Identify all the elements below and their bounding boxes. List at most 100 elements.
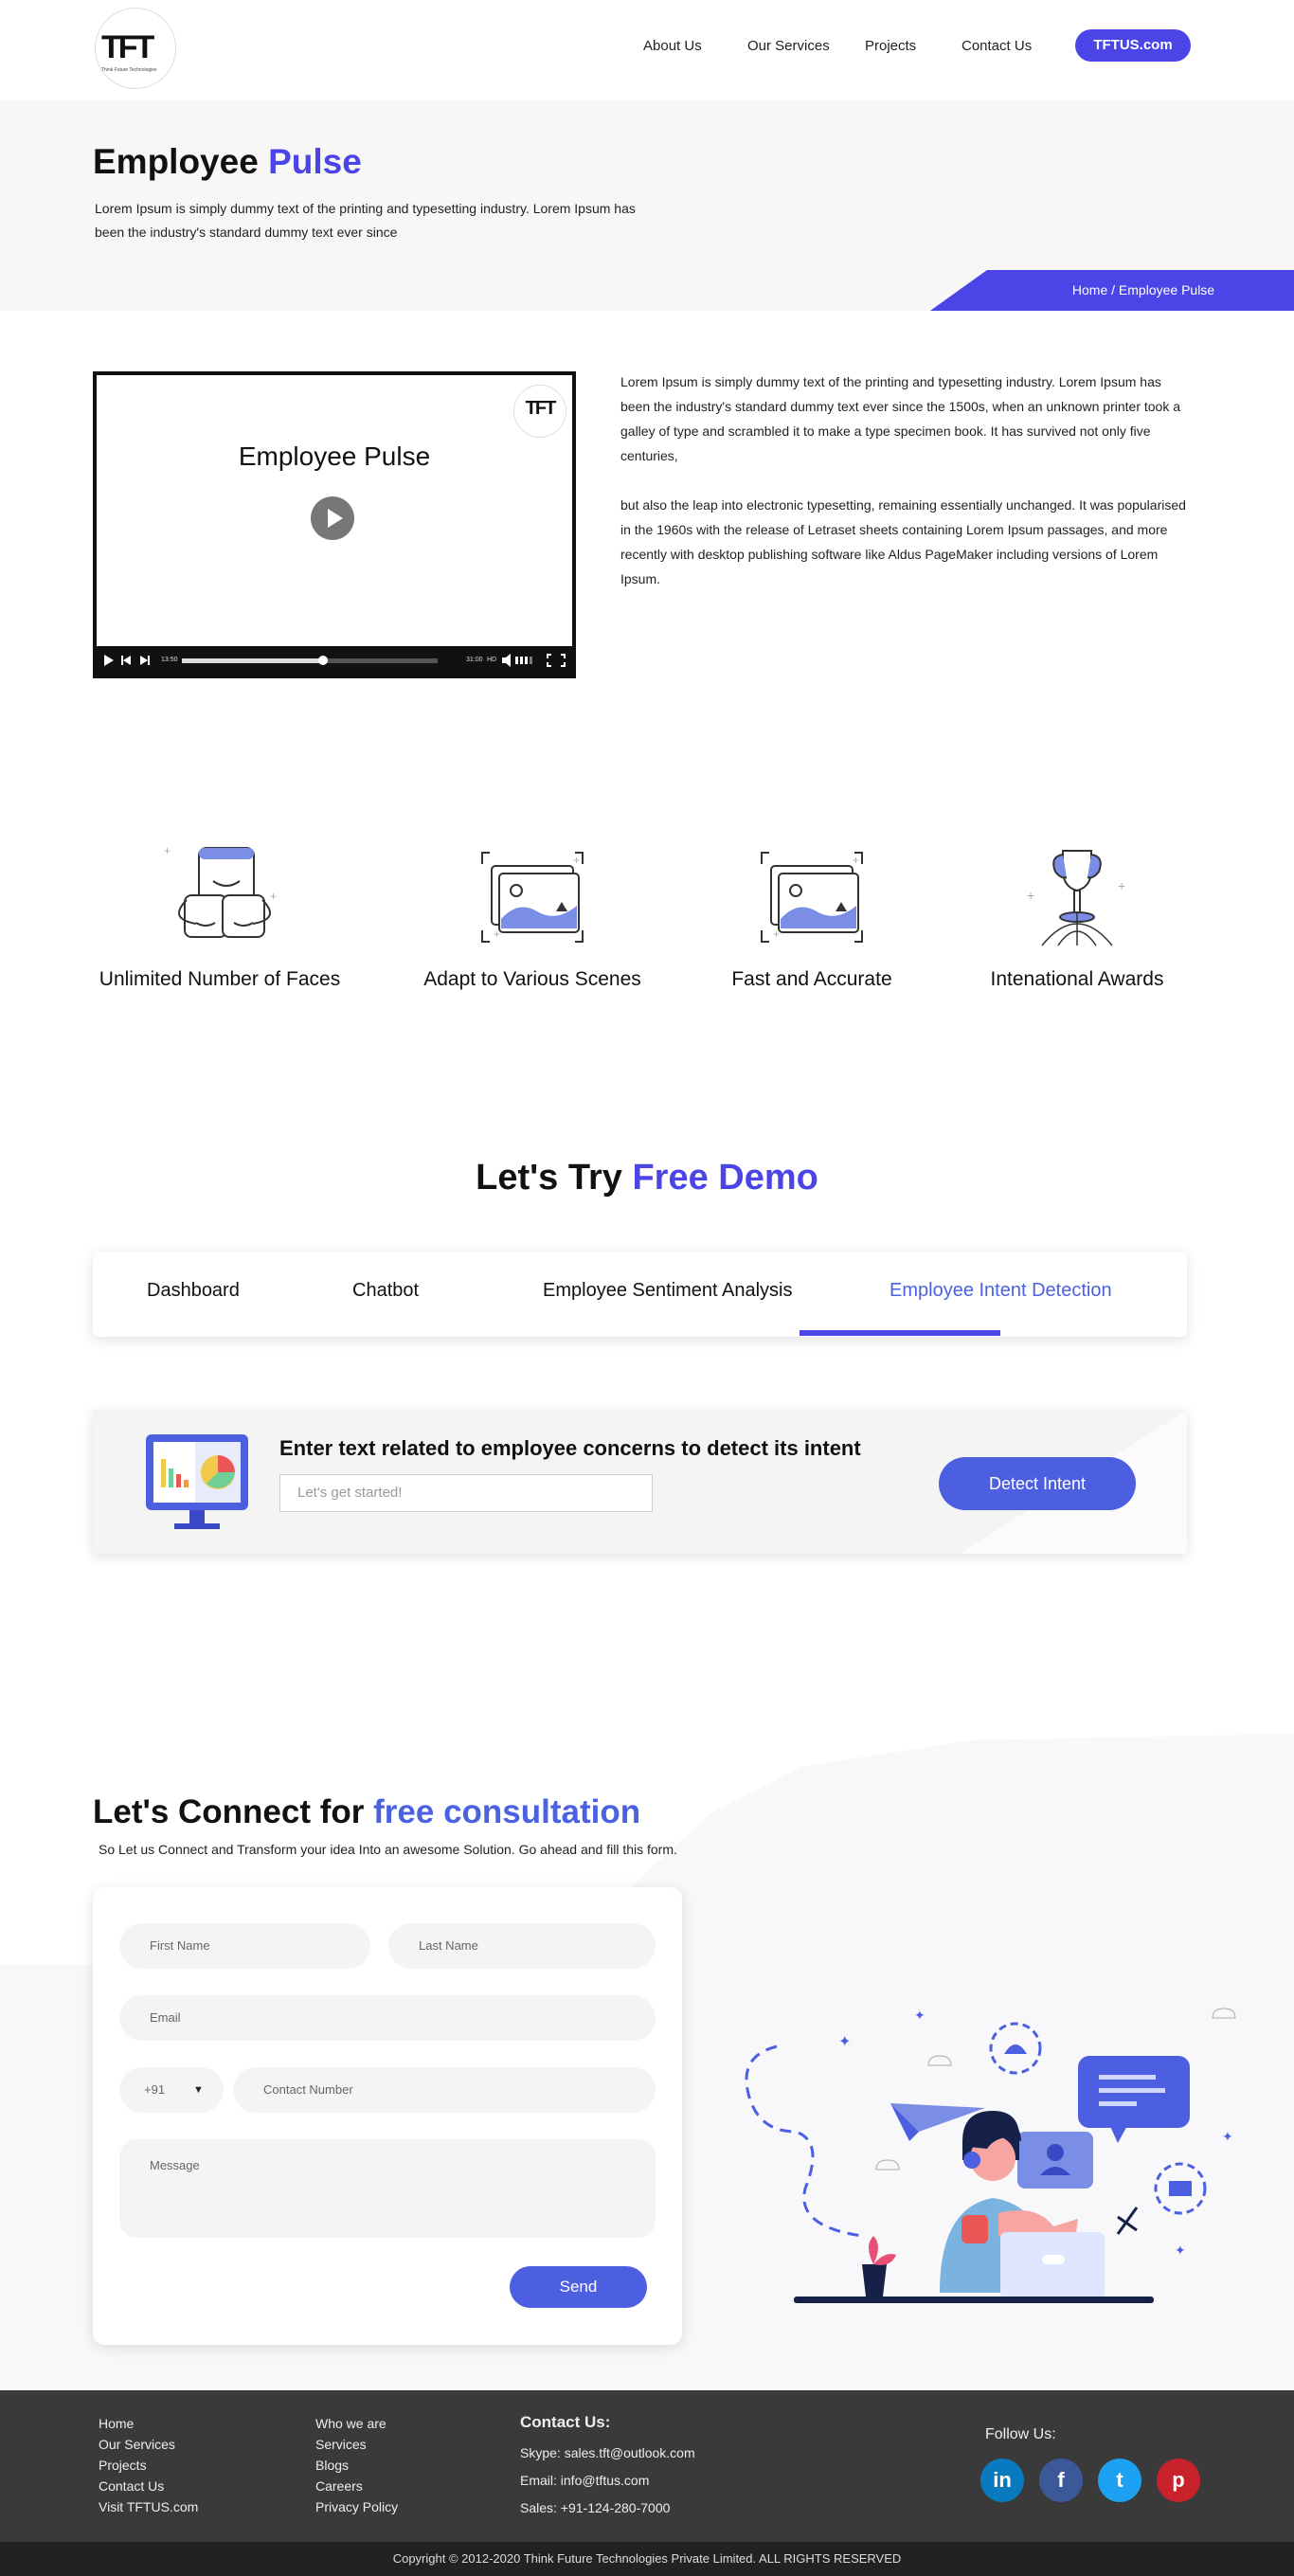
feature-accurate: + + Fast and Accurate xyxy=(679,843,944,991)
footer-link[interactable]: Home xyxy=(99,2413,198,2434)
intent-input[interactable]: Let's get started! xyxy=(279,1474,653,1512)
video-logo: TFT xyxy=(513,385,566,438)
playback-icons[interactable] xyxy=(102,654,159,667)
footer-links-col1: Home Our Services Projects Contact Us Vi… xyxy=(99,2413,198,2517)
footer-links-col2: Who we are Services Blogs Careers Privac… xyxy=(315,2413,398,2517)
linkedin-icon[interactable]: in xyxy=(980,2459,1024,2502)
svg-text:+: + xyxy=(1118,878,1125,893)
demo-title: Let's Try Free Demo xyxy=(0,1158,1294,1198)
footer-follow-heading: Follow Us: xyxy=(985,2426,1056,2442)
svg-text:✦: ✦ xyxy=(838,2034,851,2050)
tab-employee-sentiment-analysis[interactable]: Employee Sentiment Analysis xyxy=(543,1280,792,1302)
intent-detection-card: Enter text related to employee concerns … xyxy=(93,1410,1187,1554)
time-total: 31:00 xyxy=(466,657,483,663)
footer-contact-heading: Contact Us: xyxy=(520,2413,611,2431)
footer-link[interactable]: Who we are xyxy=(315,2413,398,2434)
site-header: TFT Think Future Technologies About Us O… xyxy=(0,0,1294,100)
copyright: Copyright © 2012-2020 Think Future Techn… xyxy=(0,2542,1294,2576)
footer-sales: Sales: +91-124-280-7000 xyxy=(520,2500,671,2515)
description-paragraph-1: Lorem Ipsum is simply dummy text of the … xyxy=(620,374,1181,463)
title-part1: Employee xyxy=(93,142,259,181)
footer-skype: Skype: sales.tft@outlook.com xyxy=(520,2445,695,2460)
facebook-icon[interactable]: f xyxy=(1039,2459,1083,2502)
page-title: Employee Pulse xyxy=(93,142,362,182)
message-field[interactable]: Message xyxy=(119,2139,656,2238)
feature-label: Adapt to Various Scenes xyxy=(423,968,641,990)
footer-link[interactable]: Projects xyxy=(99,2455,198,2476)
footer-link[interactable]: Our Services xyxy=(99,2434,198,2455)
hero-subtitle: Lorem Ipsum is simply dummy text of the … xyxy=(95,201,636,240)
svg-text:✦: ✦ xyxy=(914,2008,926,2023)
feature-label: Intenational Awards xyxy=(990,968,1164,990)
svg-text:+: + xyxy=(573,854,580,867)
image-accurate-icon: ++ xyxy=(761,852,863,943)
video-progress[interactable] xyxy=(182,656,438,665)
dashboard-monitor-icon xyxy=(146,1434,248,1529)
svg-text:+: + xyxy=(164,844,171,857)
svg-text:✦: ✦ xyxy=(1222,2129,1233,2144)
consultation-form: First Name Last Name Email +91 ▼ Contact … xyxy=(93,1887,682,2345)
video-title: Employee Pulse xyxy=(238,441,431,471)
volume-fullscreen-icons[interactable] xyxy=(502,654,568,667)
footer-link[interactable]: Visit TFTUS.com xyxy=(99,2496,198,2517)
breadcrumb-text: Home / Employee Pulse xyxy=(1071,282,1215,297)
company-logo[interactable]: TFT Think Future Technologies xyxy=(95,8,176,89)
footer-email: Email: info@tftus.com xyxy=(520,2473,650,2488)
connect-title-part1: Let's Connect for xyxy=(93,1793,365,1830)
breadcrumb[interactable]: Home / Employee Pulse xyxy=(930,270,1294,311)
time-elapsed: 13:50 xyxy=(161,657,178,663)
send-button[interactable]: Send xyxy=(510,2266,647,2308)
connect-title-part2: free consultation xyxy=(373,1793,641,1830)
svg-text:+: + xyxy=(1027,888,1034,903)
email-field[interactable]: Email xyxy=(119,1995,656,2041)
feature-scenes: + + Adapt to Various Scenes xyxy=(400,843,665,991)
feature-label: Unlimited Number of Faces xyxy=(99,968,341,990)
first-name-field[interactable]: First Name xyxy=(119,1923,370,1969)
demo-title-part1: Let's Try xyxy=(476,1158,622,1198)
play-icon[interactable] xyxy=(311,496,354,540)
footer-link[interactable]: Careers xyxy=(315,2476,398,2496)
nav-our-services[interactable]: Our Services xyxy=(747,38,830,54)
tftus-button[interactable]: TFTUS.com xyxy=(1075,29,1191,62)
hd-badge[interactable]: HD xyxy=(487,657,496,663)
feature-awards: + + Intenational Awards xyxy=(944,843,1210,991)
svg-text:✦: ✦ xyxy=(1175,2243,1186,2258)
footer-link[interactable]: Blogs xyxy=(315,2455,398,2476)
title-part2: Pulse xyxy=(268,142,362,181)
logo-subtitle: Think Future Technologies xyxy=(101,67,157,73)
description-paragraph-2: but also the leap into electronic typese… xyxy=(620,497,1186,586)
tab-employee-intent-detection[interactable]: Employee Intent Detection xyxy=(890,1280,1112,1302)
tab-chatbot[interactable]: Chatbot xyxy=(352,1280,419,1302)
chevron-down-icon: ▼ xyxy=(193,2084,204,2096)
footer-link[interactable]: Privacy Policy xyxy=(315,2496,398,2517)
faces-icon: ++ xyxy=(164,844,277,938)
demo-tabs: Dashboard Chatbot Employee Sentiment Ana… xyxy=(93,1252,1187,1337)
feature-label: Fast and Accurate xyxy=(731,968,892,990)
svg-text:+: + xyxy=(270,890,277,903)
twitter-icon[interactable]: t xyxy=(1098,2459,1141,2502)
connect-subtitle: So Let us Connect and Transform your ide… xyxy=(99,1842,677,1857)
footer-link[interactable]: Contact Us xyxy=(99,2476,198,2496)
nav-about-us[interactable]: About Us xyxy=(643,38,702,54)
feature-faces: + + Unlimited Number of Faces xyxy=(87,843,352,991)
country-code-select[interactable]: +91 ▼ xyxy=(119,2067,224,2113)
last-name-field[interactable]: Last Name xyxy=(388,1923,656,1969)
demo-title-part2: Free Demo xyxy=(632,1158,818,1198)
customer-support-illustration: ✦ ✦ ✦ ✦ xyxy=(745,2008,1236,2303)
tab-dashboard[interactable]: Dashboard xyxy=(147,1280,240,1302)
country-code-value: +91 xyxy=(144,2082,166,2097)
image-scene-icon: ++ xyxy=(481,852,584,943)
site-footer: Home Our Services Projects Contact Us Vi… xyxy=(0,2390,1294,2542)
nav-projects[interactable]: Projects xyxy=(865,38,916,54)
footer-link[interactable]: Services xyxy=(315,2434,398,2455)
active-tab-indicator xyxy=(800,1330,1000,1336)
trophy-icon: ++ xyxy=(1027,850,1125,946)
nav-contact-us[interactable]: Contact Us xyxy=(962,38,1032,54)
footer-contact: Contact Us: Skype: sales.tft@outlook.com… xyxy=(520,2413,695,2522)
detect-intent-button[interactable]: Detect Intent xyxy=(939,1457,1136,1510)
pinterest-icon[interactable]: p xyxy=(1157,2459,1200,2502)
description: Lorem Ipsum is simply dummy text of the … xyxy=(620,369,1189,616)
contact-number-field[interactable]: Contact Number xyxy=(233,2067,656,2113)
video-player[interactable]: TFT Employee Pulse 13:50 31:00 HD xyxy=(93,371,576,678)
logo-mark: TFT xyxy=(101,29,154,65)
